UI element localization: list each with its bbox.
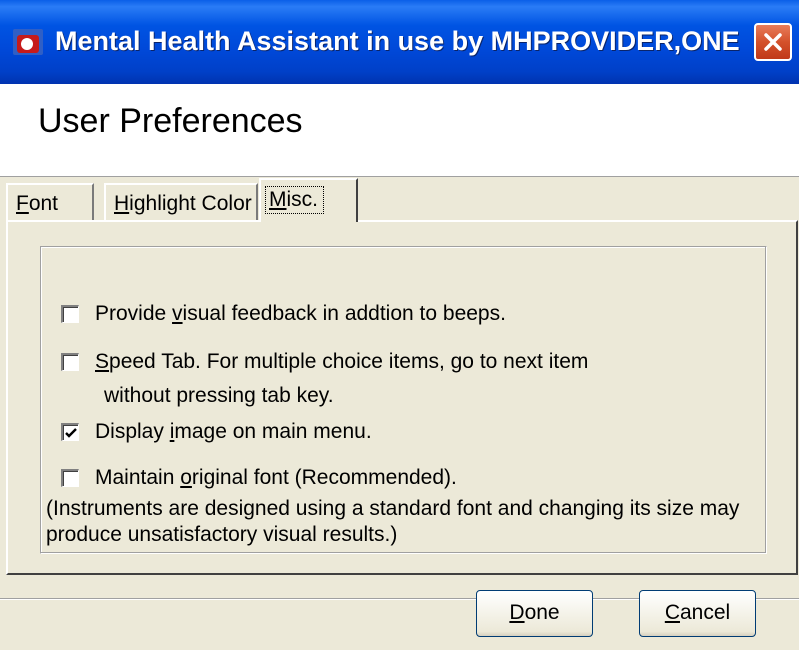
- close-icon: [764, 33, 782, 51]
- font-note-line1: (Instruments are designed using a standa…: [46, 497, 740, 520]
- option-speed-tab[interactable]: Speed Tab. For multiple choice items, go…: [61, 350, 588, 374]
- tab-misc-mnemonic: M: [269, 188, 287, 211]
- done-button[interactable]: Done: [476, 590, 593, 637]
- page-title: User Preferences: [38, 102, 303, 140]
- font-note-line2: produce unsatisfactory visual results.): [46, 523, 398, 546]
- option-visual-feedback[interactable]: Provide visual feedback in addtion to be…: [61, 302, 506, 326]
- done-label: one: [524, 601, 560, 624]
- close-button[interactable]: [754, 23, 792, 61]
- tab-highlight-color[interactable]: Highlight Color: [104, 183, 258, 221]
- tab-font-mnemonic: F: [16, 192, 29, 215]
- speed-tab-label: Speed Tab. For multiple choice items, go…: [95, 350, 589, 373]
- tab-misc-focus: Misc.: [265, 186, 324, 214]
- cancel-mnemonic: C: [664, 601, 680, 624]
- display-image-checkbox[interactable]: [61, 423, 79, 441]
- user-preferences-dialog: Mental Health Assistant in use by MHPROV…: [0, 0, 799, 650]
- app-icon: [13, 29, 43, 55]
- tab-highlight-label: ighlight Color: [129, 192, 252, 215]
- font-note: (Instruments are designed using a standa…: [46, 496, 766, 548]
- visual-feedback-checkbox[interactable]: [61, 305, 79, 323]
- misc-tab-panel: Provide visual feedback in addtion to be…: [6, 220, 798, 575]
- tab-font[interactable]: Font: [6, 183, 94, 221]
- tab-misc[interactable]: Misc.: [259, 178, 358, 222]
- display-image-label: Display image on main menu.: [95, 420, 372, 443]
- tab-highlight-mnemonic: H: [114, 192, 130, 215]
- dialog-header: User Preferences: [0, 84, 799, 177]
- option-maintain-font[interactable]: Maintain original font (Recommended).: [61, 466, 457, 490]
- visual-feedback-label: Provide visual feedback in addtion to be…: [95, 302, 506, 325]
- checkmark-icon: [65, 428, 77, 438]
- title-bar[interactable]: Mental Health Assistant in use by MHPROV…: [0, 0, 799, 84]
- tab-misc-label: isc.: [286, 188, 319, 211]
- speed-tab-label-line2: without pressing tab key.: [104, 384, 334, 407]
- done-mnemonic: D: [509, 601, 525, 624]
- tab-font-label: ont: [28, 192, 59, 215]
- window-title: Mental Health Assistant in use by MHPROV…: [55, 26, 740, 56]
- speed-tab-checkbox[interactable]: [61, 353, 79, 371]
- cancel-button[interactable]: Cancel: [639, 590, 756, 637]
- options-group: Provide visual feedback in addtion to be…: [40, 246, 767, 554]
- cancel-label: ancel: [679, 601, 731, 624]
- option-display-image[interactable]: Display image on main menu.: [61, 420, 372, 444]
- maintain-font-checkbox[interactable]: [61, 469, 79, 487]
- maintain-font-label: Maintain original font (Recommended).: [95, 466, 457, 489]
